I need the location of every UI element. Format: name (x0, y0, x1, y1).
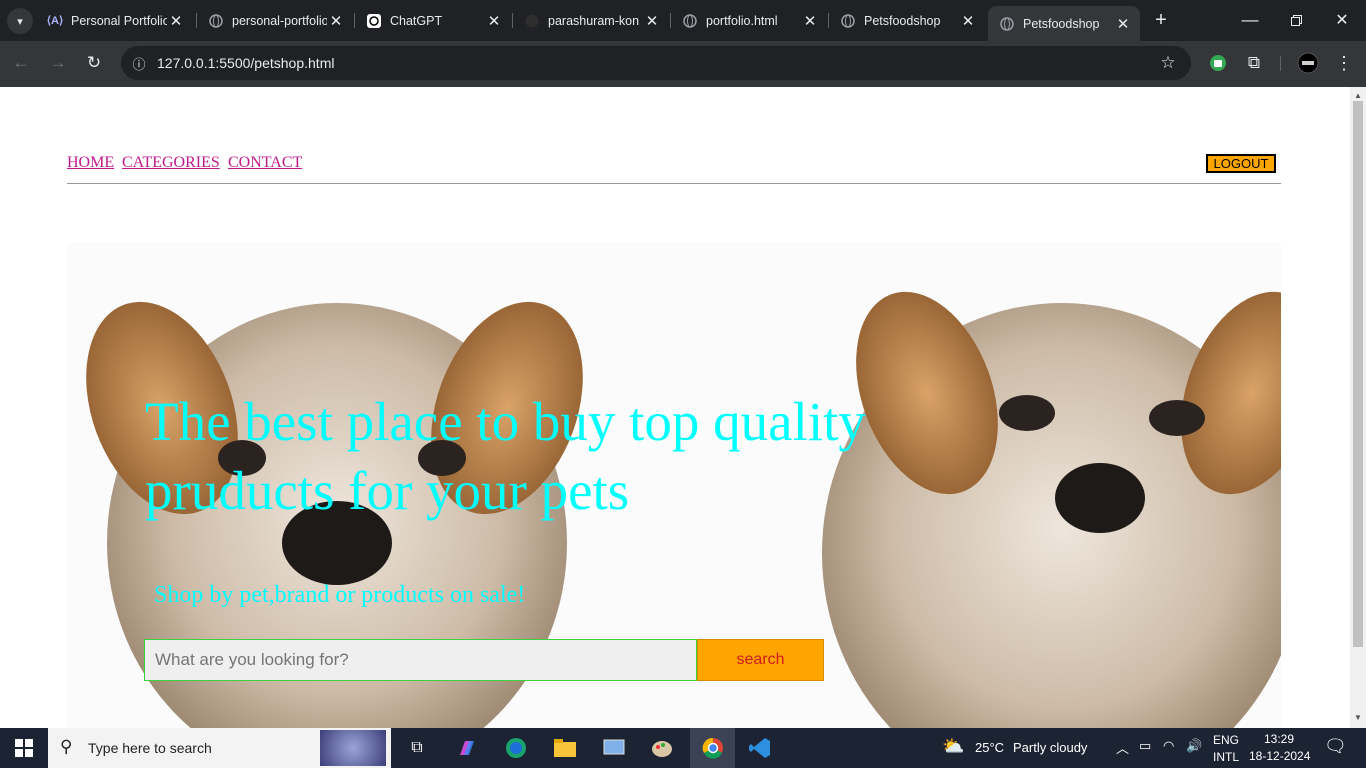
edge-icon[interactable] (501, 734, 531, 762)
forward-icon[interactable]: → (46, 51, 70, 75)
nav-divider (67, 183, 1281, 184)
restore-icon[interactable] (1284, 8, 1308, 32)
extensions-puzzle-icon[interactable]: ⧉ (1242, 51, 1266, 75)
new-tab-icon[interactable]: + (1149, 8, 1173, 32)
browser-tab-strip: ▾ ⟨A⟩ Personal Portfolio ✕ personal-port… (0, 0, 1366, 41)
site-info-icon[interactable]: ⓘ (127, 51, 151, 75)
tab-title: Petsfoodshop (864, 13, 941, 28)
github-icon (525, 14, 539, 28)
weather-temp[interactable]: 25°C (975, 740, 1004, 755)
tab-petsfoodshop[interactable]: Petsfoodshop ✕ (829, 6, 985, 35)
hero-headline: The best place to buy top quality pruduc… (145, 391, 866, 521)
nav-categories-link[interactable]: CATEGORIES (122, 154, 220, 172)
browser-toolbar: ← → ↻ ⓘ 127.0.0.1:5500/petshop.html ☆ ⧉ … (0, 41, 1366, 87)
tab-github[interactable]: parashuram-kon ✕ (513, 6, 669, 35)
vscode-icon[interactable] (745, 734, 775, 762)
chatgpt-icon (367, 13, 381, 28)
volume-icon[interactable]: 🔊 (1186, 738, 1202, 754)
address-bar[interactable]: ⓘ 127.0.0.1:5500/petshop.html ☆ (121, 46, 1191, 80)
file-explorer-icon[interactable] (550, 734, 580, 762)
tab-title: portfolio.html (706, 13, 778, 28)
globe-icon (1000, 16, 1014, 31)
task-view-icon[interactable]: ⧉ (402, 734, 432, 762)
globe-icon (683, 13, 697, 28)
battery-icon[interactable]: ▭ (1139, 738, 1151, 754)
product-search-input[interactable] (144, 639, 697, 681)
toolbar-separator (1280, 56, 1281, 71)
weather-icon[interactable]: ⛅ (942, 736, 964, 757)
control-panel-icon[interactable] (599, 734, 629, 762)
globe-icon (209, 13, 223, 28)
close-tab-icon[interactable]: ✕ (485, 12, 503, 30)
wifi-icon[interactable]: ◠ (1163, 738, 1174, 754)
minimize-icon[interactable]: — (1238, 8, 1262, 32)
language-bottom[interactable]: INTL (1213, 750, 1239, 764)
windows-taskbar: ⚲ Type here to search ⧉ ⛅ 25°C Partly cl… (0, 728, 1366, 768)
close-tab-icon[interactable]: ✕ (327, 12, 345, 30)
search-button[interactable]: search (697, 639, 824, 681)
show-hidden-icons-icon[interactable]: ︿ (1116, 738, 1129, 757)
url-text[interactable]: 127.0.0.1:5500/petshop.html (157, 55, 334, 71)
close-tab-icon[interactable]: ✕ (801, 12, 819, 30)
language-top[interactable]: ENG (1213, 733, 1239, 747)
taskbar-search-placeholder: Type here to search (88, 740, 212, 756)
web-page: HOME CATEGORIES CONTACT LOGOUT The best … (0, 87, 1350, 728)
tab-title: Petsfoodshop (1023, 16, 1100, 31)
close-tab-icon[interactable]: ✕ (959, 12, 977, 30)
close-window-icon[interactable]: ✕ (1330, 8, 1354, 32)
search-icon: ⚲ (60, 737, 73, 756)
tab-portfolio-html[interactable]: portfolio.html ✕ (671, 6, 827, 35)
close-tab-icon[interactable]: ✕ (643, 12, 661, 30)
vite-icon: ⟨A⟩ (46, 15, 64, 27)
nav-home-link[interactable]: HOME (67, 154, 114, 172)
globe-icon (841, 13, 855, 28)
reload-icon[interactable]: ↻ (82, 51, 106, 75)
tab-chatgpt[interactable]: ChatGPT ✕ (355, 6, 511, 35)
back-icon[interactable]: ← (9, 51, 33, 75)
nav-contact-link[interactable]: CONTACT (228, 154, 302, 172)
hero-subheadline: Shop by pet,brand or products on sale! (154, 582, 526, 608)
tab-search-dropdown-icon[interactable]: ▾ (7, 8, 33, 34)
close-tab-icon[interactable]: ✕ (1114, 15, 1132, 33)
tab-title: parashuram-kon (548, 13, 640, 28)
page-scrollbar[interactable]: ▲ ▼ (1350, 87, 1366, 728)
taskbar-search-box[interactable]: ⚲ Type here to search (48, 728, 391, 768)
extension-icon[interactable] (1206, 51, 1230, 75)
tab-personal-portfolio-2[interactable]: personal-portfolio ✕ (197, 6, 353, 35)
scroll-up-arrow-icon[interactable]: ▲ (1354, 91, 1362, 100)
scroll-down-arrow-icon[interactable]: ▼ (1354, 713, 1362, 722)
bookmark-star-icon[interactable]: ☆ (1156, 51, 1180, 75)
windows-start-icon[interactable] (9, 734, 39, 762)
close-tab-icon[interactable]: ✕ (167, 12, 185, 30)
tab-personal-portfolio[interactable]: ⟨A⟩ Personal Portfolio ✕ (36, 6, 193, 35)
logout-button[interactable]: LOGOUT (1206, 154, 1276, 173)
copilot-icon[interactable] (452, 734, 482, 762)
clock-time[interactable]: 13:29 (1264, 732, 1294, 746)
tab-title: ChatGPT (390, 13, 443, 28)
profile-avatar-icon[interactable] (1296, 51, 1320, 75)
chrome-icon[interactable] (690, 728, 735, 768)
search-highlight-icon (320, 730, 386, 766)
tab-title: personal-portfolio (232, 13, 327, 28)
notifications-icon[interactable]: 🗨 (1324, 736, 1347, 757)
scrollbar-thumb[interactable] (1353, 101, 1363, 647)
weather-desc[interactable]: Partly cloudy (1013, 740, 1087, 755)
paint-icon[interactable] (647, 734, 677, 762)
clock-date[interactable]: 18-12-2024 (1249, 749, 1310, 763)
tab-title: Personal Portfolio (71, 13, 167, 28)
browser-menu-icon[interactable]: ⋮ (1332, 51, 1356, 75)
tab-petsfoodshop-active[interactable]: Petsfoodshop ✕ (988, 6, 1140, 41)
